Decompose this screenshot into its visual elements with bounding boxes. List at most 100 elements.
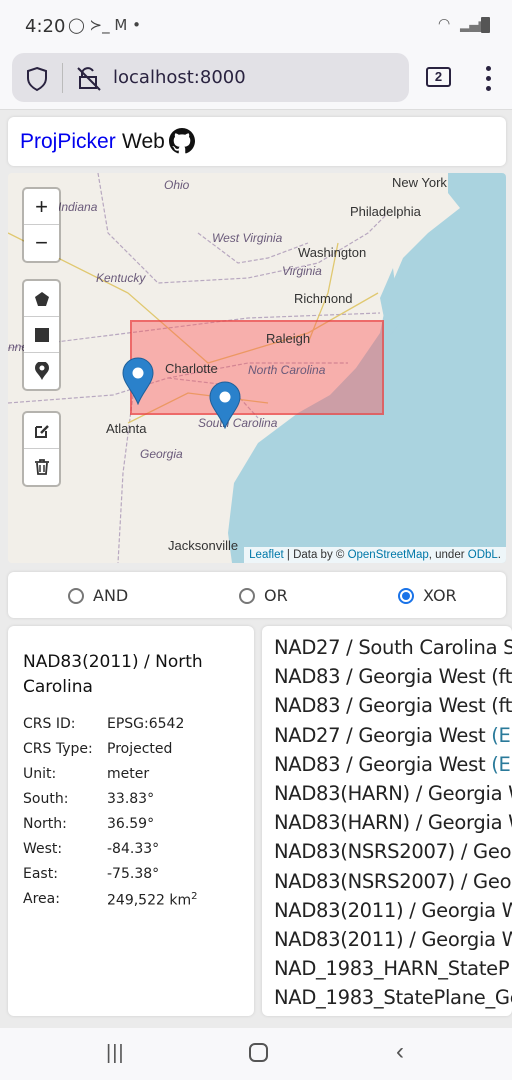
crs-list-item[interactable]: NAD27 / South Carolina So	[274, 633, 512, 662]
tabs-button[interactable]: 2	[426, 67, 451, 87]
radio-label: AND	[93, 586, 129, 605]
url-text[interactable]: localhost:8000	[113, 67, 246, 88]
home-button[interactable]	[249, 1043, 268, 1062]
field-label: South:	[23, 791, 69, 807]
crs-list-item[interactable]: NAD83(2011) / Georgia W	[274, 925, 512, 954]
field-label: Area:	[23, 891, 60, 907]
city-richmond: Richmond	[294, 291, 353, 306]
label-indiana: Indiana	[58, 200, 98, 214]
recent-apps-button[interactable]: |||	[106, 1042, 125, 1065]
field-label: North:	[23, 816, 67, 832]
crs-list-item[interactable]: NAD83(NSRS2007) / Geor	[274, 867, 512, 896]
app-title-brand[interactable]: ProjPicker	[20, 130, 116, 154]
crs-name: NAD83(HARN) / Georgia W	[274, 781, 512, 805]
edit-layers-button[interactable]	[24, 413, 59, 449]
crs-list-item[interactable]: NAD83(HARN) / Georgia W	[274, 808, 512, 837]
radio-label: OR	[264, 586, 288, 605]
clock: 4:20	[25, 16, 66, 37]
attribution-text: .	[497, 549, 501, 561]
field-label: Unit:	[23, 766, 57, 782]
crs-name: NAD83(NSRS2007) / Geor	[274, 840, 512, 864]
radio-button[interactable]	[398, 587, 414, 604]
crs-name: NAD27 / South Carolina So	[274, 636, 512, 659]
marker-icon[interactable]	[121, 357, 155, 405]
crs-list[interactable]: NAD27 / South Carolina So NAD83 / Georgia…	[262, 626, 512, 1016]
crs-list-item[interactable]: NAD83 / Georgia West (ftU	[274, 691, 512, 720]
crs-list-item[interactable]: NAD83(2011) / Georgia W	[274, 896, 512, 925]
crs-info-panel: NAD83(2011) / North Carolina CRS ID: EPSG…	[8, 626, 254, 1016]
zoom-in-button[interactable]: +	[24, 189, 59, 225]
city-washington: Washington	[298, 245, 367, 260]
field-value: Projected	[107, 741, 173, 757]
label-kentucky: Kentucky	[96, 271, 146, 285]
radio-and[interactable]: AND	[68, 586, 128, 605]
draw-rectangle-button[interactable]	[24, 317, 59, 353]
delete-layers-button[interactable]	[24, 449, 59, 485]
edit-toolbar	[22, 411, 61, 487]
label-west-virginia: West Virginia	[212, 231, 283, 245]
zoom-out-button[interactable]: −	[24, 225, 59, 261]
crs-name: NAD83 / Georgia West (ftU	[274, 694, 512, 718]
marker-icon	[34, 362, 49, 380]
attribution-text: | Data by ©	[283, 549, 348, 561]
crs-epsg-code: (EP	[491, 752, 512, 776]
address-bar[interactable]: localhost:8000	[12, 53, 409, 102]
crs-name: NAD83(HARN) / Georgia W	[274, 811, 512, 835]
radio-xor[interactable]: XOR	[398, 586, 457, 605]
crs-list-item[interactable]: NAD83 / Georgia West (ftU	[274, 662, 512, 691]
draw-toolbar	[22, 279, 61, 391]
radio-button[interactable]	[68, 587, 84, 604]
city-charlotte: Charlotte	[165, 361, 218, 376]
crs-name: NAD83 / Georgia West (ftU	[274, 665, 512, 689]
field-label: West:	[23, 841, 63, 857]
draw-marker-button[interactable]	[24, 353, 59, 389]
crs-list-item[interactable]: NAD83(HARN) / Georgia W	[274, 779, 512, 808]
area-unit-exponent: 2	[191, 891, 198, 902]
crs-name: NAD_1983_HARN_StateP	[274, 957, 510, 981]
crs-list-item[interactable]: NAD27 / Georgia West (EP	[274, 721, 512, 750]
crs-list-item[interactable]: NAD83(NSRS2007) / Geor	[274, 837, 512, 866]
crs-name: NAD83 / Georgia West	[274, 752, 492, 776]
menu-button[interactable]	[486, 66, 491, 92]
label-virginia: Virginia	[282, 264, 322, 278]
radio-label: XOR	[423, 586, 457, 605]
crs-name: NAD83(2011) / Georgia W	[274, 927, 512, 951]
osm-link[interactable]: OpenStreetMap	[348, 549, 429, 561]
edit-icon	[34, 424, 49, 438]
city-raleigh: Raleigh	[266, 331, 311, 346]
field-label: CRS ID:	[23, 716, 76, 732]
insecure-lock-icon[interactable]	[76, 65, 102, 91]
crs-name: NAD_1983_StatePlane_Ge	[274, 986, 512, 1010]
github-icon[interactable]	[169, 128, 195, 154]
field-value: -75.38°	[107, 866, 160, 882]
crs-name: NAD83(2011) / Georgia W	[274, 898, 512, 922]
map[interactable]: Ohio Indiana West Virginia Kentucky Virg…	[8, 173, 506, 563]
shield-icon[interactable]	[25, 66, 49, 92]
field-label: CRS Type:	[23, 741, 93, 757]
battery-icon	[481, 17, 490, 33]
back-button[interactable]: ‹	[396, 1038, 404, 1066]
odbl-link[interactable]: ODbL	[468, 549, 498, 561]
crs-list-item[interactable]: NAD83 / Georgia West (EP	[274, 750, 512, 779]
wifi-icon: ◠	[438, 16, 451, 32]
field-value: 33.83°	[107, 791, 155, 807]
polygon-icon	[34, 291, 49, 306]
app-header: ProjPicker Web	[8, 117, 506, 166]
marker-icon[interactable]	[208, 381, 242, 429]
app-title-suffix: Web	[122, 130, 165, 153]
zoom-control: + −	[22, 187, 61, 263]
crs-list-item[interactable]: NAD_1983_StatePlane_Ge	[274, 983, 512, 1012]
radio-or[interactable]: OR	[239, 586, 288, 605]
leaflet-link[interactable]: Leaflet	[249, 549, 284, 561]
crs-title: NAD83(2011) / North Carolina	[23, 652, 203, 697]
field-value: meter	[107, 766, 150, 782]
crs-list-item[interactable]: NAD_1983_HARN_StateP	[274, 954, 512, 983]
field-value: 36.59°	[107, 816, 155, 832]
label-north-carolina: North Carolina	[248, 363, 326, 377]
field-label: East:	[23, 866, 58, 882]
label-georgia: Georgia	[140, 447, 183, 461]
radio-button[interactable]	[239, 587, 255, 604]
crs-name: NAD83(NSRS2007) / Geor	[274, 869, 512, 893]
draw-polygon-button[interactable]	[24, 281, 59, 317]
field-value: 249,522 km2	[107, 888, 197, 913]
